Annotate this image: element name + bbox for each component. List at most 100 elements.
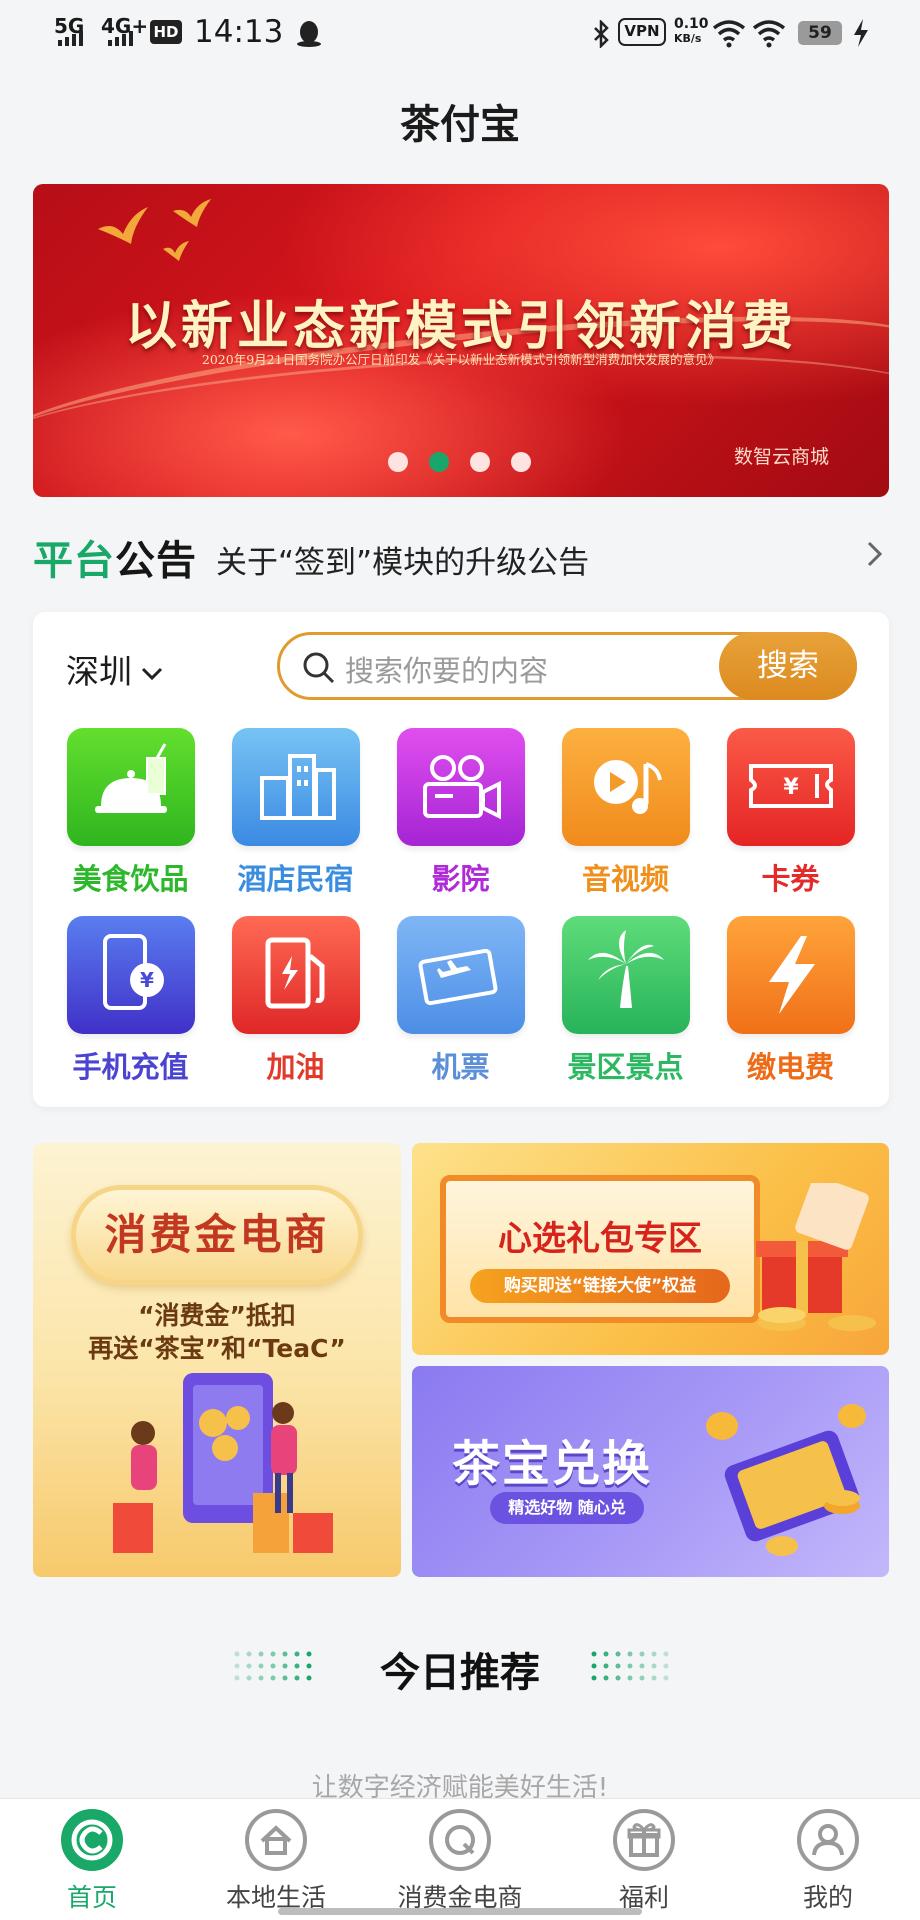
q-shop-icon <box>429 1809 491 1871</box>
promo-banner-carousel[interactable]: 以新业态新模式引领新消费 2020年9月21日国务院办公厅日前印发《关于以新业态… <box>33 184 889 497</box>
search-input[interactable]: 搜索你要的内容 <box>345 648 548 690</box>
promo-frame: 心选礼包专区 购买即送“链接大使”权益 <box>440 1175 760 1323</box>
notice-tag-green: 平台 <box>33 538 115 584</box>
notice-tag-black: 公告 <box>115 538 197 584</box>
service-electricity[interactable]: 缴电费 <box>708 916 873 1086</box>
search-icon <box>303 652 335 684</box>
service-hotel[interactable]: 酒店民宿 <box>213 728 378 898</box>
hd-badge: HD <box>150 20 182 44</box>
notice-message[interactable]: 关于“签到”模块的升级公告 <box>216 537 589 582</box>
service-food[interactable]: 美食饮品 <box>48 728 213 898</box>
service-scenic[interactable]: 景区景点 <box>543 916 708 1086</box>
promo-title-badge: 消费金电商 <box>71 1185 363 1285</box>
status-bar: 5G 4G+ HD 14:13 VPN 0.10 KB/s 59 <box>0 0 920 68</box>
home-indicator <box>278 1908 642 1915</box>
bluetooth-icon <box>594 20 609 48</box>
promo-line2: 再送“茶宝”和“TeaC” <box>88 1334 346 1363</box>
city-name: 深圳 <box>66 652 132 691</box>
svg-text:¥: ¥ <box>783 775 799 800</box>
phone-recharge-icon: ¥ <box>66 916 195 1034</box>
carousel-dot[interactable] <box>470 452 490 472</box>
promo-title: 茶宝兑换 <box>452 1436 653 1492</box>
shopping-illustration <box>113 1373 333 1553</box>
plane-ticket-icon <box>396 916 525 1034</box>
tab-label: 我的 <box>802 1883 853 1912</box>
cinema-icon <box>396 728 525 846</box>
city-selector[interactable]: 深圳 <box>66 645 164 693</box>
service-label: 加油 <box>266 1050 325 1084</box>
chevron-right-icon[interactable] <box>859 539 889 569</box>
coupon-icon: ¥ <box>726 728 855 846</box>
fuel-icon <box>231 916 360 1034</box>
service-label: 影院 <box>431 862 490 896</box>
carousel-dot-active[interactable] <box>429 452 449 472</box>
search-button[interactable]: 搜索 <box>719 632 857 700</box>
promo-tea-treasure-exchange[interactable]: 茶宝兑换 精选好物 随心兑 <box>412 1366 889 1577</box>
carousel-dot[interactable] <box>388 452 408 472</box>
carousel-dot[interactable] <box>511 452 531 472</box>
promo-title: 心选礼包专区 <box>498 1219 702 1259</box>
hotel-icon <box>231 728 360 846</box>
service-label: 酒店民宿 <box>237 862 354 896</box>
service-cinema[interactable]: 影院 <box>378 728 543 898</box>
service-plane-ticket[interactable]: 机票 <box>378 916 543 1086</box>
net-speed-value: 0.10 <box>674 16 709 32</box>
promo-gift-pack-zone[interactable]: 心选礼包专区 购买即送“链接大使”权益 <box>412 1143 889 1355</box>
coins-phone-illustration <box>706 1404 866 1556</box>
promo-line1: “消费金”抵扣 <box>138 1301 296 1330</box>
service-fuel[interactable]: 加油 <box>213 916 378 1086</box>
search-bar[interactable]: 搜索你要的内容 搜索 <box>277 632 857 700</box>
service-label: 缴电费 <box>746 1050 834 1084</box>
gift-box-illustration <box>756 1183 876 1331</box>
promo-subtitle: 购买即送“链接大使”权益 <box>470 1269 730 1303</box>
service-coupon[interactable]: ¥ 卡券 <box>708 728 873 898</box>
house-icon <box>245 1809 307 1871</box>
food-icon <box>66 728 195 846</box>
home-logo-icon <box>61 1809 123 1871</box>
promo-consumer-gold-ecommerce[interactable]: 消费金电商 “消费金”抵扣 再送“茶宝”和“TeaC” <box>33 1143 401 1577</box>
battery-level: 59 <box>798 21 842 45</box>
signal-bars-icon <box>58 31 83 46</box>
qq-penguin-icon <box>297 21 321 47</box>
service-label: 音视频 <box>581 862 669 896</box>
today-recommend-title: 今日推荐 <box>380 1650 540 1696</box>
banner-subline: 2020年9月21日国务院办公厅日前印发《关于以新业态新模式引领新型消费加快发展… <box>201 352 721 367</box>
service-music-video[interactable]: 音视频 <box>543 728 708 898</box>
music-video-icon <box>561 728 690 846</box>
wifi-icon <box>712 20 746 48</box>
status-time: 14:13 <box>194 14 284 50</box>
vpn-badge: VPN <box>618 18 666 46</box>
banner-brand: 数智云商城 <box>733 446 829 468</box>
user-icon <box>797 1809 859 1871</box>
chevron-down-icon <box>141 667 163 680</box>
tab-label: 首页 <box>66 1883 117 1912</box>
tab-mine[interactable]: 我的 <box>736 1809 920 1914</box>
tab-consumer-gold[interactable]: 消费金电商 <box>368 1809 552 1914</box>
tab-welfare[interactable]: 福利 <box>552 1809 736 1914</box>
service-label: 美食饮品 <box>72 862 189 896</box>
service-label: 机票 <box>431 1050 490 1084</box>
service-phone-recharge[interactable]: ¥ 手机充值 <box>48 916 213 1086</box>
promo-title: 消费金电商 <box>104 1210 330 1259</box>
platform-notice-bar[interactable]: 平台公告 关于“签到”模块的升级公告 <box>33 525 889 585</box>
signal-bars-icon <box>108 31 133 46</box>
banner-headline: 以新业态新模式引领新消费 <box>124 296 797 357</box>
promo-subtitle: 精选好物 随心兑 <box>490 1492 644 1524</box>
palm-tree-icon <box>561 916 690 1034</box>
services-card: 深圳 搜索你要的内容 搜索 美食饮品 酒店民宿 影院 音视频 ¥ 卡券 ¥ 手机… <box>33 612 889 1107</box>
service-label: 景区景点 <box>567 1050 684 1084</box>
tab-home[interactable]: 首页 <box>0 1809 184 1914</box>
notice-tag: 平台公告 <box>33 528 197 586</box>
wifi-icon <box>752 20 786 48</box>
net-speed-unit: KB/s <box>674 32 702 45</box>
bottom-tab-bar: 首页 本地生活 消费金电商 福利 我的 <box>0 1798 920 1920</box>
charging-bolt-icon <box>854 19 868 47</box>
service-label: 手机充值 <box>72 1050 189 1084</box>
service-label: 卡券 <box>761 862 820 896</box>
page-title: 茶付宝 <box>400 102 520 148</box>
decorative-dots-right <box>591 1651 669 1681</box>
svg-text:¥: ¥ <box>140 968 154 992</box>
carousel-indicator <box>388 452 531 472</box>
birds-icon <box>98 199 211 261</box>
tab-local-life[interactable]: 本地生活 <box>184 1809 368 1914</box>
